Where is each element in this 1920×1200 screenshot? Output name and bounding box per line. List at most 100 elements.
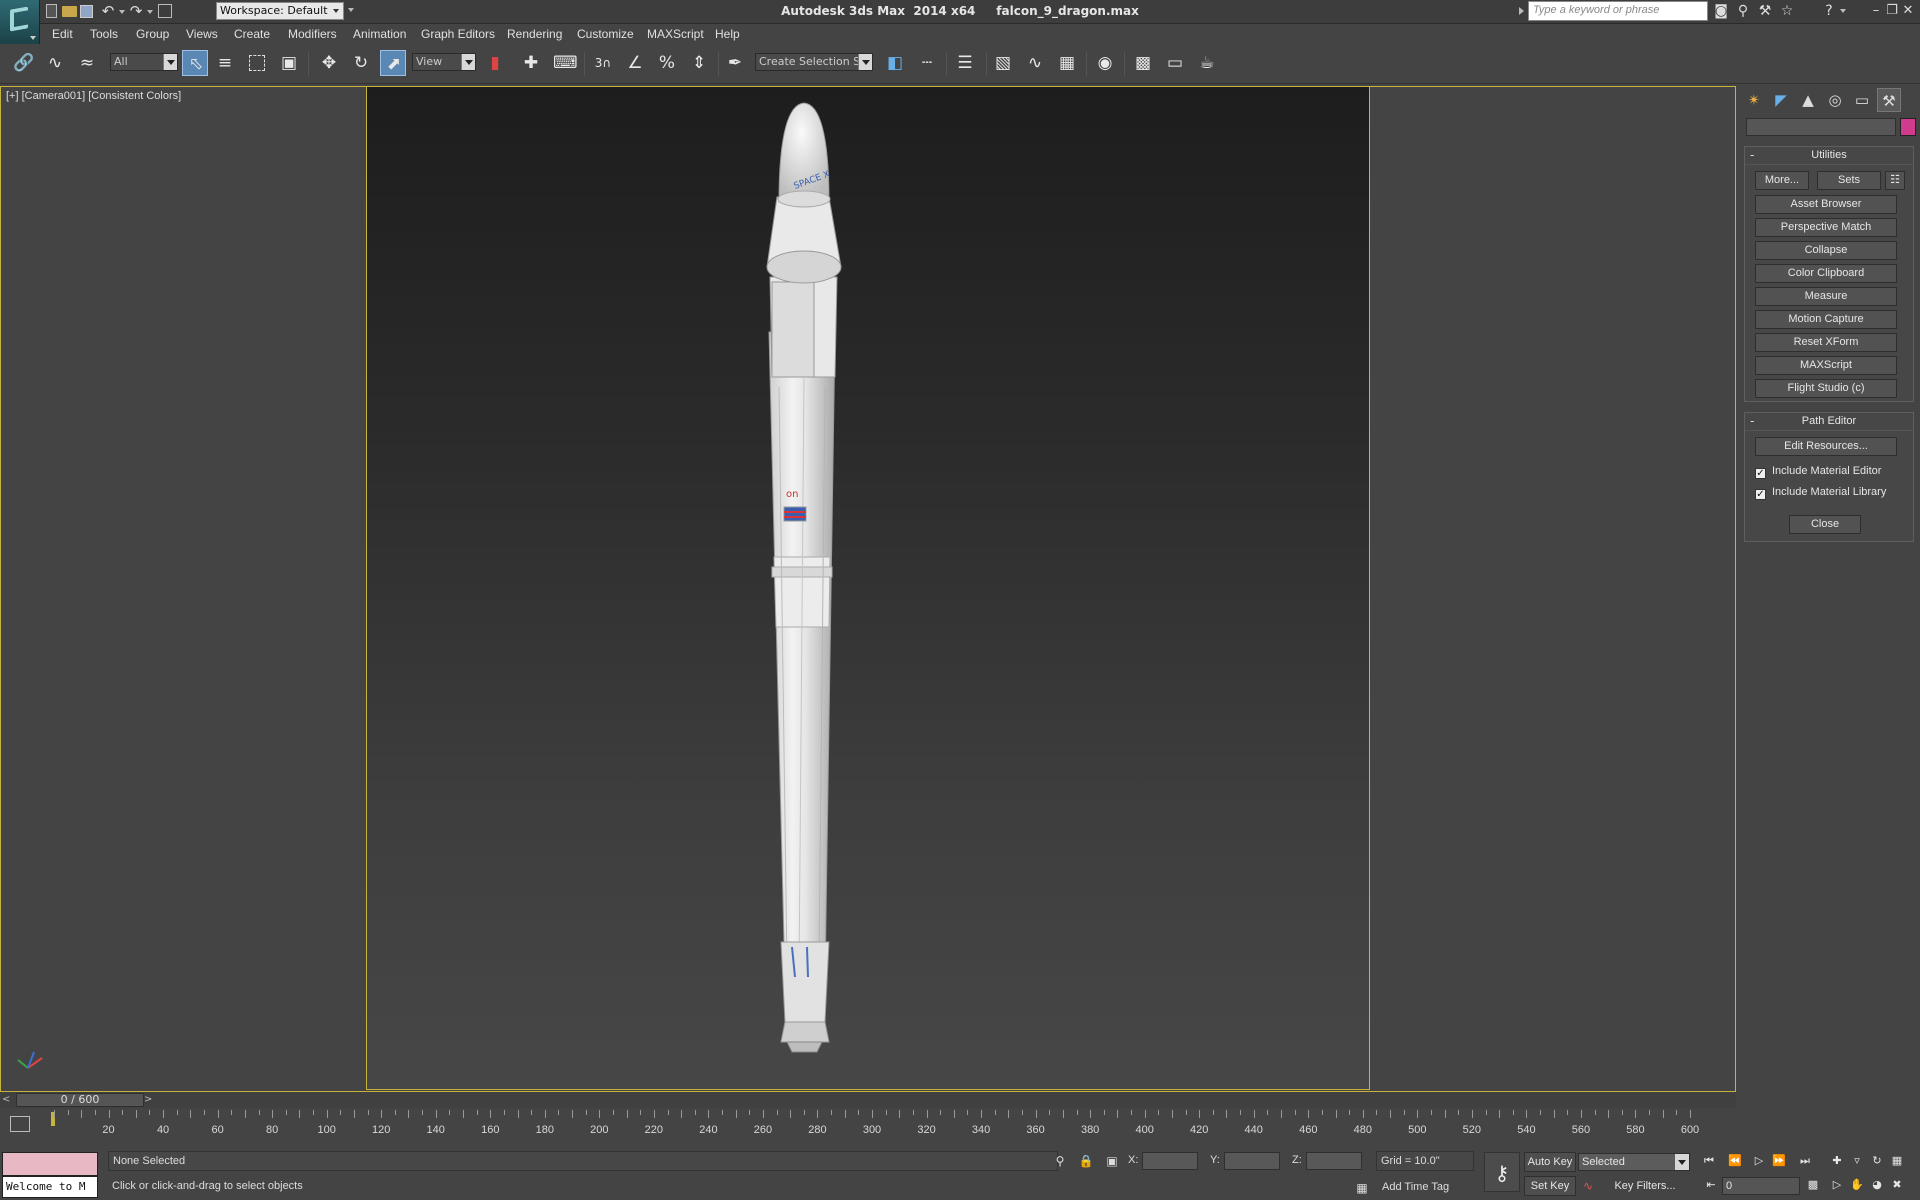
go-to-end-icon[interactable]: ⏭ (1796, 1152, 1814, 1170)
menu-graph-editors[interactable]: Graph Editors (421, 27, 495, 41)
select-and-manipulate-button[interactable]: ✚ (518, 50, 544, 76)
reset-xform-button[interactable]: Reset XForm (1755, 333, 1897, 352)
minimize-button[interactable]: – (1868, 2, 1884, 20)
workspace-dropdown[interactable]: Workspace: Default (216, 2, 344, 20)
add-time-tag-button[interactable]: Add Time Tag (1382, 1181, 1449, 1193)
infocenter-collapse-icon[interactable] (1519, 7, 1524, 15)
maxscript-mini-listener[interactable]: Welcome to M (2, 1176, 98, 1198)
open-mini-curve-editor-icon[interactable] (10, 1116, 30, 1132)
redo-dropdown-icon[interactable] (147, 10, 153, 14)
menu-create[interactable]: Create (234, 27, 270, 41)
edit-named-selection-sets-button[interactable]: ✒ (722, 50, 748, 76)
display-tab-icon[interactable]: ▭ (1850, 88, 1874, 112)
key-mode-toggle-icon[interactable]: ⇤ (1702, 1176, 1720, 1194)
perspective-match-button[interactable]: Perspective Match (1755, 218, 1897, 237)
redo-icon[interactable]: ↷ (128, 3, 144, 19)
unlink-selection-button[interactable]: ∿ (42, 50, 68, 76)
menu-edit[interactable]: Edit (52, 27, 73, 41)
track-ruler[interactable]: 20 40 60 80 100 120 140 160 180 200 220 240 260 280 30… (50, 1110, 1736, 1136)
communication-icon[interactable]: ⚒ (1756, 2, 1774, 20)
previous-frame-button[interactable]: < (2, 1094, 10, 1105)
percent-snap-toggle-button[interactable]: % (654, 50, 680, 76)
configure-sets-icon[interactable]: ☷ (1885, 171, 1905, 190)
falcon9-dragon-model[interactable]: on SPACE X (367, 87, 1370, 1090)
rendered-frame-window-button[interactable]: ▭ (1162, 50, 1188, 76)
absolute-transform-icon[interactable]: ▣ (1104, 1153, 1120, 1169)
next-frame-button[interactable]: > (144, 1094, 152, 1105)
time-slider-thumb[interactable]: 0 / 600 (16, 1093, 144, 1107)
align-button[interactable]: ┄ (914, 50, 940, 76)
menu-animation[interactable]: Animation (353, 27, 406, 41)
new-file-icon[interactable] (46, 4, 57, 18)
open-folder-icon[interactable] (62, 6, 77, 17)
select-object-button[interactable]: ⬁ (182, 50, 208, 76)
motion-tab-icon[interactable]: ◎ (1823, 88, 1847, 112)
key-filters-button[interactable]: Key Filters... (1600, 1176, 1690, 1196)
time-tag-icon[interactable]: ▦ (1354, 1180, 1370, 1196)
go-to-start-icon[interactable]: ⏮ (1700, 1152, 1718, 1170)
material-editor-button[interactable]: ◉ (1092, 50, 1118, 76)
render-setup-button[interactable]: ▩ (1130, 50, 1156, 76)
scene-explorer-button[interactable]: ▧ (990, 50, 1016, 76)
flight-studio-button[interactable]: Flight Studio (c) (1755, 379, 1897, 398)
menu-maxscript[interactable]: MAXScript (647, 27, 704, 41)
restore-button[interactable]: ❐ (1884, 2, 1900, 20)
truck-camera-icon[interactable]: ▷ (1828, 1176, 1846, 1194)
orbit-camera-icon[interactable]: ↻ (1868, 1152, 1886, 1170)
zoom-all-icon[interactable]: ▦ (1888, 1152, 1906, 1170)
quick-access-customize-icon[interactable] (348, 8, 354, 12)
snaps-toggle-button[interactable]: 3∩ (590, 50, 616, 76)
measure-button[interactable]: Measure (1755, 287, 1897, 306)
undo-icon[interactable]: ↶ (100, 3, 116, 19)
help-dropdown-icon[interactable] (1840, 9, 1846, 13)
utilities-rollout-header[interactable]: - Utilities (1745, 147, 1913, 165)
keyboard-shortcut-override-button[interactable]: ⌨ (550, 50, 578, 76)
next-frame-icon[interactable]: ⏩ (1770, 1152, 1788, 1170)
auto-key-button[interactable]: Auto Key (1524, 1152, 1576, 1172)
menu-views[interactable]: Views (186, 27, 218, 41)
spinner-snap-toggle-button[interactable]: ⇕ (686, 50, 712, 76)
select-and-move-button[interactable]: ✥ (316, 50, 342, 76)
hierarchy-tab-icon[interactable]: ▲ (1796, 88, 1820, 112)
modify-tab-icon[interactable]: ◤ (1769, 88, 1793, 112)
bind-to-space-warp-button[interactable]: ≈ (74, 50, 100, 76)
named-selection-sets-dropdown[interactable]: Create Selection Se (755, 53, 873, 71)
undo-dropdown-icon[interactable] (119, 10, 125, 14)
collapse-button[interactable]: Collapse (1755, 241, 1897, 260)
isolate-selection-icon[interactable]: ⚲ (1052, 1153, 1068, 1169)
maxscript-listener-output[interactable] (2, 1152, 98, 1176)
binoculars-icon[interactable]: ◙ (1712, 2, 1730, 20)
edit-resources-button[interactable]: Edit Resources... (1755, 437, 1897, 456)
default-in-out-tangents-icon[interactable]: ∿ (1580, 1178, 1596, 1194)
y-coordinate-field[interactable] (1224, 1152, 1280, 1170)
field-of-view-icon[interactable]: ▿ (1848, 1152, 1866, 1170)
selection-filter-dropdown[interactable]: All (110, 53, 178, 71)
window-crossing-button[interactable]: ▣ (276, 50, 302, 76)
menu-tools[interactable]: Tools (90, 27, 118, 41)
select-by-name-button[interactable]: ≡ (212, 50, 238, 76)
schematic-view-button[interactable]: ▦ (1054, 50, 1080, 76)
maximize-viewport-icon[interactable]: ✖ (1888, 1176, 1906, 1194)
sets-button[interactable]: Sets (1817, 171, 1881, 190)
menu-help[interactable]: Help (715, 27, 740, 41)
select-and-scale-button[interactable]: ⬈ (380, 50, 406, 76)
curve-editor-button[interactable]: ∿ (1022, 50, 1048, 76)
color-clipboard-button[interactable]: Color Clipboard (1755, 264, 1897, 283)
x-coordinate-field[interactable] (1142, 1152, 1198, 1170)
close-button[interactable]: Close (1789, 515, 1861, 534)
track-bar[interactable]: 20 40 60 80 100 120 140 160 180 200 220 240 260 280 30… (0, 1110, 1736, 1136)
path-editor-rollout-header[interactable]: - Path Editor (1745, 413, 1913, 431)
object-color-swatch[interactable] (1900, 118, 1916, 136)
reference-coordinate-dropdown[interactable]: View (412, 53, 476, 71)
subscription-icon[interactable]: ⚲ (1734, 2, 1752, 20)
render-production-button[interactable]: ☕ (1194, 50, 1220, 76)
menu-customize[interactable]: Customize (577, 27, 634, 41)
pan-hand-icon[interactable]: ✋ (1848, 1176, 1866, 1194)
time-slider[interactable]: < 0 / 600 > (0, 1092, 1736, 1108)
set-key-button[interactable]: Set Key (1524, 1176, 1576, 1196)
utilities-tab-icon[interactable]: ⚒ (1877, 88, 1901, 112)
project-folder-icon[interactable] (158, 4, 172, 18)
object-name-field[interactable] (1746, 118, 1896, 136)
zoom-extents-icon[interactable]: ✚ (1828, 1152, 1846, 1170)
select-and-link-button[interactable]: 🔗 (10, 50, 36, 76)
